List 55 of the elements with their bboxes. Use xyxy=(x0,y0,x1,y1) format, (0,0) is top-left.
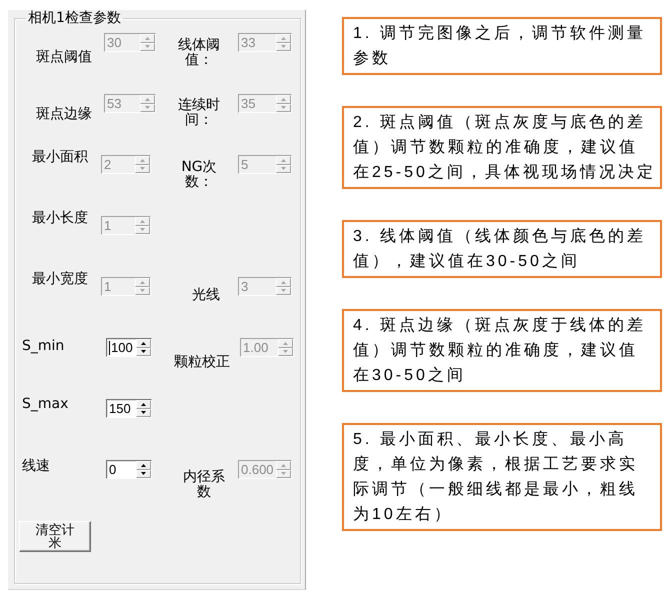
spin-up-button[interactable] xyxy=(136,461,151,470)
field-label: 最小面积 xyxy=(32,150,88,165)
field-label: NG次数： xyxy=(180,160,218,190)
number-field[interactable]: 100 xyxy=(106,338,152,357)
note-callout: 4. 斑点边缘（斑点灰度于线体的差值）调节数颗粒的准确度，建议值在30-50之间 xyxy=(342,309,662,392)
field-label: 内径系数 xyxy=(182,470,226,500)
field-label: 线速 xyxy=(22,459,50,474)
down-arrow-icon xyxy=(281,167,286,170)
field-label: 最小宽度 xyxy=(32,272,88,287)
down-arrow-icon xyxy=(145,45,150,48)
down-arrow-icon xyxy=(141,472,146,476)
up-arrow-icon xyxy=(141,342,146,345)
field-label: S_min xyxy=(22,339,64,354)
spin-up-button[interactable] xyxy=(136,400,151,408)
up-arrow-icon xyxy=(141,402,146,406)
reset-meter-button[interactable]: 清空计米 xyxy=(19,521,91,552)
field-label: S_max xyxy=(22,397,68,412)
down-arrow-icon xyxy=(140,228,145,232)
down-arrow-icon xyxy=(281,289,286,292)
down-arrow-icon xyxy=(140,167,145,170)
number-field[interactable]: 0 xyxy=(106,460,152,479)
field-label: 连续时间： xyxy=(177,98,221,128)
up-arrow-icon xyxy=(140,220,145,223)
number-field[interactable]: 150 xyxy=(106,399,152,418)
up-arrow-icon xyxy=(281,280,286,284)
down-arrow-icon xyxy=(281,472,286,476)
note-callout: 3. 线体阈值（线体颜色与底色的差值），建议值在30-50之间 xyxy=(342,220,662,278)
up-arrow-icon xyxy=(281,36,286,40)
group-title: 相机1检查参数 xyxy=(27,10,122,26)
field-label: 最小长度 xyxy=(32,211,88,226)
field-label: 颗粒校正 xyxy=(173,355,231,370)
up-arrow-icon xyxy=(140,280,145,284)
down-arrow-icon xyxy=(140,289,145,292)
up-arrow-icon xyxy=(281,158,286,162)
up-arrow-icon xyxy=(145,36,150,40)
down-arrow-icon xyxy=(281,45,286,48)
note-callout: 2. 斑点阈值（斑点灰度与底色的差值）调节数颗粒的准确度，建议值在25-50之间，具体视现场情况决定 xyxy=(342,106,662,189)
up-arrow-icon xyxy=(281,464,286,467)
up-arrow-icon xyxy=(281,98,286,101)
down-arrow-icon xyxy=(281,106,286,110)
down-arrow-icon xyxy=(141,350,146,354)
up-arrow-icon xyxy=(140,158,145,162)
field-label: 光线 xyxy=(191,288,221,303)
up-arrow-icon xyxy=(145,98,150,101)
down-arrow-icon xyxy=(145,106,150,110)
up-arrow-icon xyxy=(283,342,288,345)
note-callout: 5. 最小面积、最小长度、最小高度，单位为像素，根据工艺要求实际调节（一般细线都是最小，粗线为10左右） xyxy=(342,423,662,531)
note-callout: 1. 调节完图像之后，调节软件测量参数 xyxy=(342,17,662,75)
down-arrow-icon xyxy=(283,350,288,354)
field-label: 线体阈值： xyxy=(177,38,221,68)
down-arrow-icon xyxy=(141,411,146,414)
up-arrow-icon xyxy=(141,464,146,467)
spin-up-button[interactable] xyxy=(136,339,151,348)
field-label: 斑点边缘 xyxy=(36,107,92,122)
field-label: 斑点阈值 xyxy=(36,50,92,65)
